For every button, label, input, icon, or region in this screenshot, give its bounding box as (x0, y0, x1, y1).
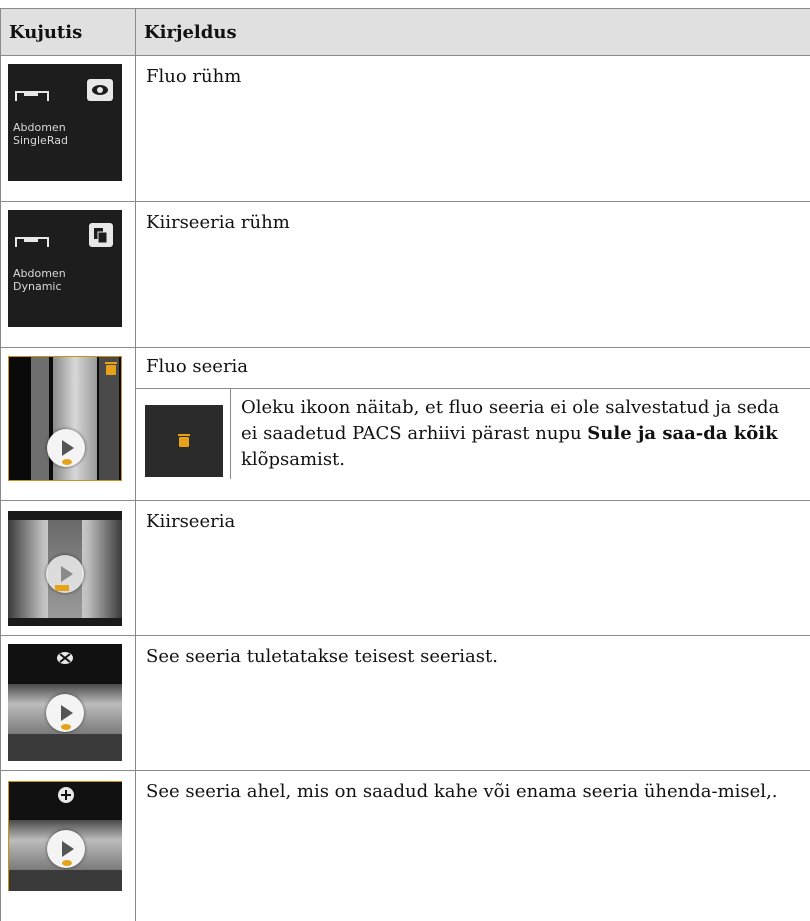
status-bar-icon (55, 585, 69, 591)
derived-series-thumbnail (8, 644, 122, 761)
description-text: Kiirseeria (146, 511, 236, 532)
table-row: Abdomen SingleRad Fluo rühm (0, 56, 810, 202)
status-icon-subrow: Oleku ikoon näitab, et fluo seeria ei ol… (136, 388, 810, 479)
thumbnail-label: Dynamic (13, 280, 62, 293)
scissors-icon (57, 652, 73, 664)
status-icon-cell (136, 389, 231, 479)
image-cell (1, 501, 136, 635)
table-row: See seeria tuletatakse teisest seeriast. (0, 636, 810, 771)
image-cell (1, 348, 136, 500)
chain-series-thumbnail (8, 781, 122, 891)
description-text: See seeria tuletatakse teisest seeriast. (146, 646, 498, 667)
play-icon (47, 830, 85, 868)
thumbnail-label: Abdomen (13, 121, 66, 134)
header-image: Kujutis (1, 9, 136, 55)
image-cell: Abdomen SingleRad (1, 56, 136, 201)
description-cell: Fluo rühm (136, 56, 810, 201)
description-cell: Kiirseeria rühm (136, 202, 810, 347)
table-row: Abdomen Dynamic Kiirseeria rühm (0, 202, 810, 348)
header-description: Kirjeldus (144, 21, 237, 43)
plus-icon (58, 787, 74, 803)
description-cell: Kiirseeria (136, 501, 810, 635)
description-table: Kujutis Kirjeldus Abdomen SingleRad Fluo… (0, 8, 810, 921)
image-cell (1, 636, 136, 770)
dynamic-series-thumbnail (8, 511, 122, 626)
image-cell (1, 771, 136, 921)
status-icon-description: Oleku ikoon näitab, et fluo seeria ei ol… (241, 397, 780, 470)
table-icon (15, 91, 49, 101)
table-row: Fluo seeria Oleku ikoon näitab, et fluo … (0, 348, 810, 501)
trash-icon (178, 434, 190, 447)
description-cell: Fluo seeria Oleku ikoon näitab, et fluo … (136, 348, 810, 500)
image-cell: Abdomen Dynamic (1, 202, 136, 347)
play-icon (47, 429, 85, 467)
description-cell: See seeria tuletatakse teisest seeriast. (136, 636, 810, 770)
fluo-series-thumbnail (8, 356, 122, 481)
trash-icon (105, 362, 117, 375)
description-text: Fluo rühm (146, 66, 242, 87)
eye-icon (87, 79, 113, 101)
table-row: See seeria ahel, mis on saadud kahe või … (0, 771, 810, 921)
description-text: See seeria ahel, mis on saadud kahe või … (146, 781, 778, 802)
fluo-group-thumbnail: Abdomen SingleRad (8, 64, 122, 181)
thumbnail-label: SingleRad (13, 134, 68, 147)
play-icon (46, 694, 84, 732)
dynamic-group-thumbnail: Abdomen Dynamic (8, 210, 122, 327)
description-cell: See seeria ahel, mis on saadud kahe või … (136, 771, 810, 921)
table-icon (15, 237, 49, 247)
description-text: Kiirseeria rühm (146, 212, 290, 233)
table-header: Kujutis Kirjeldus (0, 9, 810, 56)
thumbnail-label: Abdomen (13, 267, 66, 280)
description-text: Fluo seeria (146, 356, 249, 377)
table-row: Kiirseeria (0, 501, 810, 636)
series-stack-icon (89, 223, 113, 247)
